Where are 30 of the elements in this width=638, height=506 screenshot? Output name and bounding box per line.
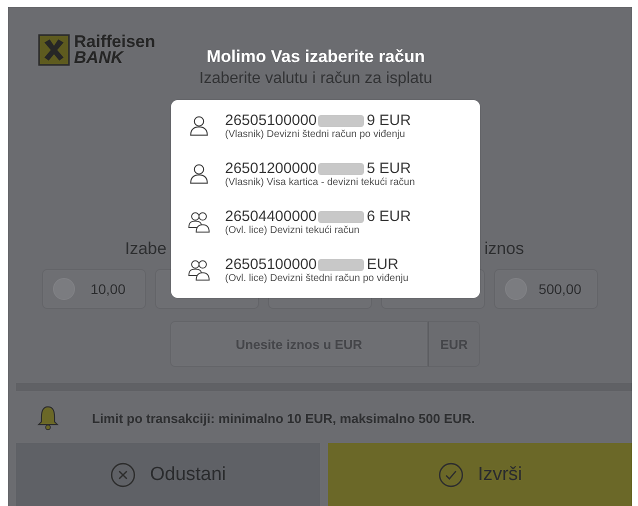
redaction-block — [318, 210, 364, 222]
account-item[interactable]: 26505100000 EUR (Ovl. lice) Devizni štedni račun po viđenju — [171, 246, 480, 294]
account-number: 26504400000 — [225, 208, 317, 225]
account-description: (Vlasnik) Visa kartica - devizni tekući račun — [225, 177, 415, 188]
account-number: 9 EUR — [366, 112, 411, 129]
account-description: (Vlasnik) Devizni štedni račun po viđenju — [225, 129, 406, 140]
account-number: 6 EUR — [366, 208, 411, 225]
account-item[interactable]: 26505100000 9 EUR (Vlasnik) Devizni štedni račun po viđenju — [171, 102, 480, 150]
account-number: 5 EUR — [366, 160, 411, 177]
account-number: EUR — [366, 256, 398, 273]
redaction-block — [318, 114, 364, 126]
limit-text: Limit po transakciji: minimalno 10 EUR, maksimalno 500 EUR. — [92, 410, 475, 426]
amount-label: iznos — [484, 239, 524, 259]
amount-label: Izabe — [125, 239, 167, 259]
dialog-title: Molimo Vas izaberite račun — [206, 47, 425, 67]
dialog-subtitle: Izaberite valutu i račun za isplatu — [199, 70, 432, 88]
account-number: 26505100000 — [225, 256, 317, 273]
logo-icon — [38, 34, 70, 66]
checkmark-icon — [438, 462, 464, 488]
account-number: 26505100000 — [225, 112, 317, 129]
logo-subtitle: BANK — [74, 50, 125, 66]
account-number: 26501200000 — [225, 160, 317, 177]
account-description: (Ovl. lice) Devizni štedni račun po viđenju — [225, 273, 408, 284]
logo-name: Raiffeisen — [74, 34, 156, 50]
account-item[interactable]: 26504400000 6 EUR (Ovl. lice) Devizni tekući račun — [171, 198, 480, 246]
redaction-block — [318, 162, 364, 174]
close-icon — [110, 462, 136, 488]
redaction-block — [318, 258, 364, 270]
account-item[interactable]: 26501200000 5 EUR (Vlasnik) Visa kartica - devizni tekući račun — [171, 150, 480, 198]
account-description: (Ovl. lice) Devizni tekući račun — [225, 225, 360, 236]
